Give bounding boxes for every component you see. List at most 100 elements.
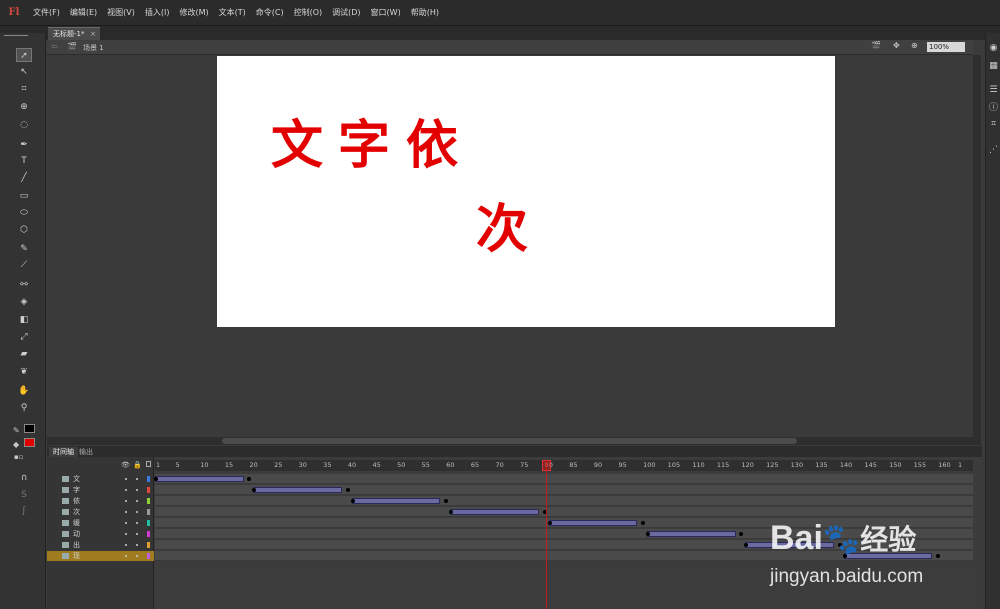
brush-icon[interactable]: ⟋ bbox=[16, 258, 32, 272]
tween-span[interactable] bbox=[450, 509, 539, 515]
ink-bottle-icon[interactable]: ◧ bbox=[16, 313, 32, 327]
eraser-icon[interactable]: ▰ bbox=[16, 347, 32, 361]
menu-item-4[interactable]: 修改(M) bbox=[174, 0, 213, 26]
polystar-icon[interactable]: ⬡ bbox=[16, 223, 32, 237]
stage[interactable]: 文 字 依 次 bbox=[217, 56, 835, 327]
tween-span[interactable] bbox=[155, 476, 244, 482]
edit-scene-icon[interactable]: 🎬 bbox=[871, 41, 881, 50]
layer-color-swatch[interactable] bbox=[147, 542, 150, 548]
stage-glyph-2[interactable]: 字 bbox=[338, 120, 390, 172]
stage-glyph-3[interactable]: 依 bbox=[406, 120, 458, 172]
keyframe[interactable] bbox=[247, 477, 252, 481]
edit-symbol-icon[interactable]: ✥ bbox=[893, 41, 900, 50]
rectangle-icon[interactable]: ▭ bbox=[16, 189, 32, 203]
keyframe[interactable] bbox=[547, 521, 552, 525]
layer-row[interactable]: 文 bbox=[47, 474, 154, 484]
stage-glyph-4[interactable]: 次 bbox=[476, 204, 528, 256]
menu-item-6[interactable]: 命令(C) bbox=[251, 0, 289, 26]
pencil-icon[interactable]: ✎ bbox=[16, 242, 32, 256]
layer-color-swatch[interactable] bbox=[147, 476, 150, 482]
oval-icon[interactable]: ⬭ bbox=[16, 206, 32, 220]
keyframe[interactable] bbox=[444, 499, 449, 503]
visibility-dot[interactable] bbox=[125, 511, 127, 513]
smooth-icon[interactable]: S bbox=[16, 488, 32, 502]
layer-color-swatch[interactable] bbox=[147, 509, 150, 515]
visibility-dot[interactable] bbox=[125, 478, 127, 480]
select-icon[interactable]: ➚ bbox=[16, 48, 32, 62]
document-tab[interactable]: 无标题-1* × bbox=[48, 27, 100, 40]
keyframe[interactable] bbox=[345, 488, 350, 492]
layer-row[interactable]: 次 bbox=[47, 507, 154, 517]
tween-span[interactable] bbox=[253, 487, 342, 493]
hand-icon[interactable]: ✋ bbox=[16, 384, 32, 398]
keyframe[interactable] bbox=[641, 521, 646, 525]
visibility-dot[interactable] bbox=[125, 489, 127, 491]
bone-icon[interactable]: ⚯ bbox=[16, 278, 32, 292]
layer-color-swatch[interactable] bbox=[147, 498, 150, 504]
layer-row[interactable]: 动 bbox=[47, 529, 154, 539]
lock-dot[interactable] bbox=[136, 489, 138, 491]
pen-icon[interactable]: ✒ bbox=[16, 138, 32, 152]
visibility-dot[interactable] bbox=[125, 555, 127, 557]
text-icon[interactable]: T bbox=[16, 154, 32, 168]
layer-row[interactable]: 依 bbox=[47, 496, 154, 506]
menu-item-2[interactable]: 视图(V) bbox=[102, 0, 140, 26]
tween-span[interactable] bbox=[351, 498, 441, 504]
tab-output[interactable]: 输出 bbox=[75, 447, 97, 457]
menu-item-5[interactable]: 文本(T) bbox=[214, 0, 251, 26]
lock-dot[interactable] bbox=[136, 478, 138, 480]
visibility-dot[interactable] bbox=[125, 522, 127, 524]
layer-color-swatch[interactable] bbox=[147, 553, 150, 559]
tween-span[interactable] bbox=[548, 520, 638, 526]
lock-dot[interactable] bbox=[136, 522, 138, 524]
snap-magnet-icon[interactable]: ∩ bbox=[16, 471, 32, 485]
center-stage-icon[interactable]: ⊕ bbox=[911, 41, 918, 50]
frame-row[interactable] bbox=[155, 485, 973, 495]
menu-item-9[interactable]: 窗口(W) bbox=[366, 0, 406, 26]
frame-row[interactable] bbox=[154, 474, 973, 484]
keyframe[interactable] bbox=[646, 532, 650, 536]
stroke-color-swatch[interactable] bbox=[24, 424, 35, 433]
outline-icon[interactable] bbox=[146, 461, 151, 467]
visibility-dot[interactable] bbox=[125, 544, 127, 546]
lock-dot[interactable] bbox=[136, 533, 138, 535]
zoom-icon[interactable]: ⚲ bbox=[16, 401, 32, 415]
tween-span[interactable] bbox=[647, 531, 736, 537]
menu-item-3[interactable]: 插入(I) bbox=[140, 0, 175, 26]
frame-ruler[interactable]: 1510152025303540455055606570758085909510… bbox=[155, 460, 973, 471]
layer-row[interactable]: 字 bbox=[47, 485, 154, 495]
lasso-icon[interactable]: ◌ bbox=[16, 118, 32, 132]
vertical-scrollbar[interactable] bbox=[973, 55, 981, 445]
menu-item-0[interactable]: 文件(F) bbox=[28, 0, 65, 26]
deco-icon[interactable]: ❦ bbox=[16, 365, 32, 379]
align-panel-icon[interactable]: ☰ bbox=[988, 85, 999, 96]
swatches-panel-icon[interactable]: ▦ bbox=[988, 61, 999, 72]
back-arrow-icon[interactable]: ⇦ bbox=[51, 42, 58, 51]
layer-row[interactable]: 出 bbox=[47, 540, 154, 550]
horizontal-scrollbar[interactable] bbox=[47, 437, 973, 445]
lock-dot[interactable] bbox=[136, 555, 138, 557]
keyframe[interactable] bbox=[154, 477, 158, 481]
swap-colors-icon[interactable]: ▪▫ bbox=[14, 453, 24, 461]
eyedropper-icon[interactable]: ⤢ bbox=[16, 330, 32, 344]
layer-row[interactable]: 现 bbox=[47, 551, 154, 561]
keyframe[interactable] bbox=[350, 499, 355, 503]
3d-rotation-icon[interactable]: ⊕ bbox=[16, 100, 32, 114]
menu-item-8[interactable]: 调试(D) bbox=[327, 0, 365, 26]
layer-color-swatch[interactable] bbox=[147, 487, 150, 493]
transform-panel-icon[interactable]: ⌗ bbox=[988, 119, 999, 130]
zoom-select[interactable]: 100% bbox=[927, 42, 965, 52]
free-transform-icon[interactable]: ⌗ bbox=[16, 82, 32, 96]
visibility-dot[interactable] bbox=[125, 500, 127, 502]
menu-item-1[interactable]: 编辑(E) bbox=[65, 0, 102, 26]
stage-glyph-1[interactable]: 文 bbox=[271, 120, 323, 172]
straighten-icon[interactable]: ʃ bbox=[16, 504, 32, 518]
menu-item-7[interactable]: 控制(O) bbox=[289, 0, 328, 26]
fill-color-swatch[interactable] bbox=[24, 438, 35, 447]
info-panel-icon[interactable]: ⓘ bbox=[988, 103, 999, 114]
eye-icon[interactable]: 👁 bbox=[121, 461, 130, 469]
lock-icon[interactable]: 🔒 bbox=[133, 461, 142, 469]
layer-row[interactable]: 缓 bbox=[47, 518, 154, 528]
motion-presets-icon[interactable]: ⋰ bbox=[988, 145, 999, 156]
lock-dot[interactable] bbox=[136, 500, 138, 502]
